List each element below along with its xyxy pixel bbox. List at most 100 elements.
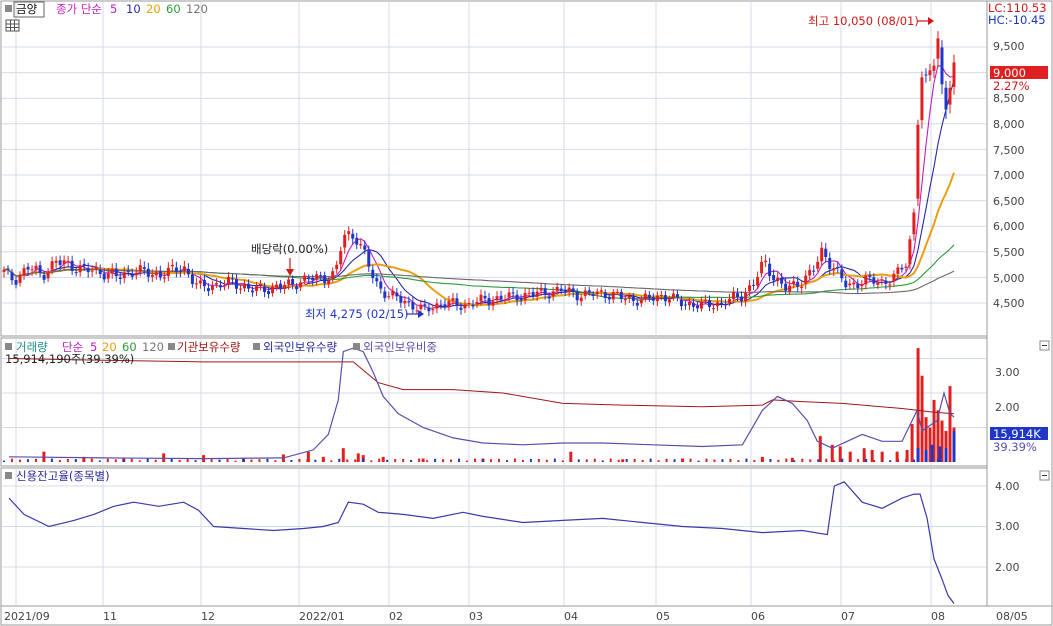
volume-bar [354, 459, 357, 462]
volume-tick: 3.00 [995, 366, 1020, 379]
candle-body [371, 269, 375, 279]
price-tick: 8,500 [993, 92, 1025, 105]
candle-body [198, 280, 202, 284]
candle-body [547, 296, 551, 299]
stock-name[interactable]: 금양 [16, 2, 38, 16]
candle-body [844, 280, 848, 288]
foreign-hold-legend[interactable]: 외국인보유수량 [263, 340, 337, 354]
candle-body [667, 299, 671, 303]
candle-body [748, 285, 752, 292]
high-annotation: 최고 10,050 (08/01) [808, 14, 919, 28]
candle-body [387, 296, 391, 298]
volume-y-axis: 3.00 2.00 [995, 366, 1020, 414]
candle-body [603, 292, 607, 298]
volume-bar [617, 459, 620, 462]
volume-bar [226, 458, 229, 462]
candle-body [102, 273, 106, 280]
volume-bar [381, 456, 385, 462]
current-ratio-label: 39.39% [993, 440, 1037, 454]
candle-body [114, 268, 118, 277]
inst-hold-legend[interactable]: 기관보유수량 [177, 340, 241, 354]
volume-bar [346, 459, 349, 462]
volume-bar [282, 458, 285, 462]
candle-body [118, 277, 122, 279]
candle-body [34, 265, 38, 270]
candle-body [559, 288, 563, 292]
legend-toggle-icon[interactable] [168, 343, 175, 350]
candle-body [459, 307, 463, 310]
candle-body [18, 274, 22, 283]
candle-body [848, 283, 852, 286]
candle-body [744, 292, 748, 302]
pane-toggle-icon[interactable] [5, 343, 12, 350]
ma60-legend[interactable]: 60 [166, 2, 181, 16]
candle-body [186, 268, 190, 275]
price-pane[interactable] [0, 0, 988, 337]
candle-body [595, 291, 599, 295]
x-axis-area [0, 605, 1053, 626]
pane-toggle-icon[interactable] [5, 472, 12, 479]
candle-body [419, 304, 423, 309]
ma5-legend[interactable]: 5 [110, 2, 117, 16]
candle-body [327, 280, 331, 285]
candle-body [279, 283, 283, 289]
price-tick: 7,500 [993, 144, 1025, 157]
candle-body [703, 299, 707, 301]
stock-chart[interactable]: 금양 종가 단순 5 10 20 60 120 LC:110.53 HC:-10… [0, 0, 1053, 626]
ma10-legend[interactable]: 10 [126, 2, 141, 16]
volume-bar [841, 458, 844, 462]
x-end-label: 08/05 [996, 610, 1028, 623]
candle-body [335, 264, 339, 270]
candle-body [58, 260, 62, 265]
volume-bar [537, 459, 540, 462]
volume-bar [505, 460, 508, 462]
volume-bar [170, 458, 173, 462]
volume-pane-menu-icon[interactable] [1039, 340, 1050, 351]
volume-bar [944, 448, 948, 462]
candle-body [687, 302, 691, 306]
candle-body [780, 278, 784, 284]
candle-body [728, 298, 732, 303]
candle-body [920, 77, 924, 121]
candle-body [523, 292, 527, 301]
vol-ma120-legend[interactable]: 120 [142, 340, 164, 354]
candle-body [880, 279, 884, 281]
moving-average-lines [3, 64, 955, 309]
candle-body [659, 294, 663, 296]
candle-body [868, 275, 872, 277]
candle-body [359, 244, 363, 246]
candle-body [643, 293, 647, 300]
x-tick: 06 [751, 610, 765, 623]
legend-toggle-icon[interactable] [353, 343, 360, 350]
dividend-arrow-icon [286, 258, 294, 276]
table-grid-icon[interactable] [5, 19, 20, 32]
volume-bar [924, 449, 928, 462]
ma120-legend[interactable]: 120 [186, 2, 208, 16]
candle-body [579, 297, 583, 302]
ma20-legend[interactable]: 20 [146, 2, 161, 16]
legend-toggle-icon[interactable] [253, 343, 260, 350]
credit-pane-menu-icon[interactable] [1039, 470, 1050, 481]
candle-body [820, 247, 824, 262]
candle-body [287, 279, 291, 285]
credit-pane[interactable] [0, 467, 988, 607]
candle-body [90, 270, 94, 272]
volume-bar [306, 459, 309, 462]
current-price-label: 9,000 [993, 66, 1026, 80]
candle-body [206, 288, 210, 292]
volume-bar [178, 459, 181, 462]
volume-bar [913, 459, 916, 462]
price-legend-prefix: 종가 단순 [56, 2, 102, 16]
x-tick: 2022/01 [299, 610, 345, 623]
candle-body [900, 267, 904, 270]
holdings-series [8, 347, 955, 460]
foreign-ratio-legend[interactable]: 외국인보유비중 [363, 340, 437, 354]
candle-body [323, 275, 327, 284]
candle-body [884, 280, 888, 284]
candle-body [587, 290, 591, 293]
pane-toggle-icon[interactable] [5, 5, 12, 12]
volume-bar [322, 458, 325, 462]
candle-body [768, 263, 772, 276]
candle-body [679, 300, 683, 307]
candle-body [66, 260, 70, 262]
